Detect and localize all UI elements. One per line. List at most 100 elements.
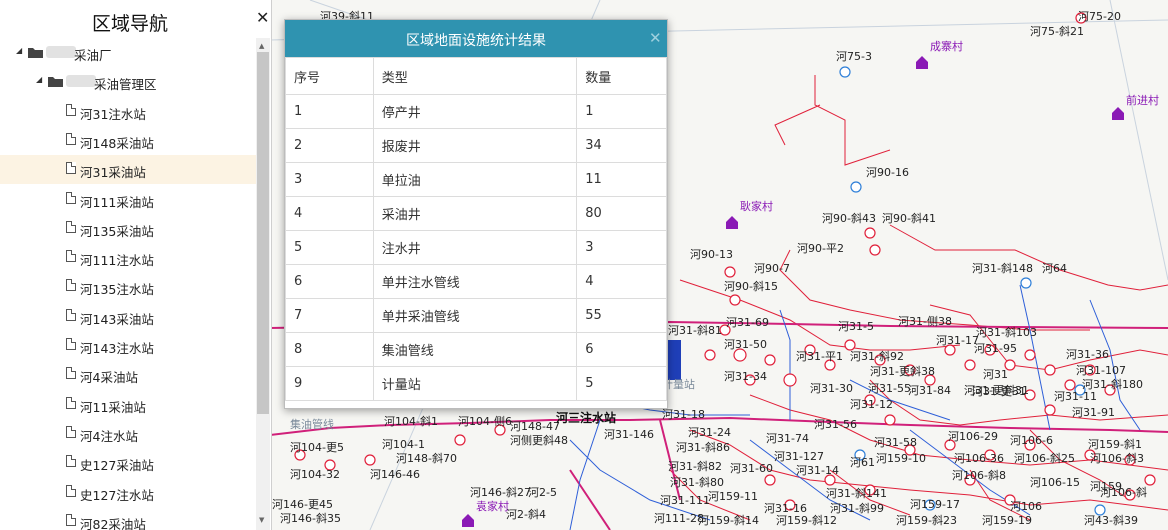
tree-item[interactable]: 河111注水站	[0, 243, 256, 272]
well-label: 河106-29	[948, 430, 998, 443]
cell-count: 4	[576, 264, 667, 299]
cell-count: 5	[576, 366, 667, 401]
well-label: 河2-5	[528, 486, 557, 499]
cell-type: 集油管线	[372, 332, 578, 367]
cell-type: 停产井	[372, 94, 578, 129]
well-label: 河90-7	[754, 262, 790, 275]
well-label: 河90-斜41	[882, 212, 936, 225]
triangle-down-icon[interactable]: ◢	[16, 46, 22, 55]
tree-item-label: 史127注水站	[80, 487, 154, 503]
well-label: 河90-13	[690, 248, 733, 261]
tree-item-label: 河111注水站	[80, 253, 154, 269]
well-label: 河31-更31	[972, 385, 1026, 398]
tree-item-label: 河135注水站	[80, 282, 154, 298]
well-label: 河106-斜	[1100, 486, 1147, 499]
table-row: 4 采油井 80	[285, 196, 667, 231]
tree-item[interactable]: 河135注水站	[0, 272, 256, 301]
folder-icon	[48, 75, 63, 88]
file-icon	[66, 513, 76, 526]
well-label: 河31-50	[724, 338, 767, 351]
tree-item-label: 采油管理区	[94, 77, 157, 93]
region-tree[interactable]: ◢ 采油厂 ◢ 采油管理区 河31注水站 河148采油站 河31采油站 河111采油站 河135…	[0, 38, 256, 530]
well-label: 河31-斜80	[670, 476, 724, 489]
well-label: 河31-111	[660, 494, 710, 507]
cell-no: 6	[285, 264, 374, 299]
well-label: 河159-17	[910, 498, 960, 511]
well-label: 河31-107	[1076, 364, 1126, 377]
column-header-no: 序号	[285, 57, 374, 95]
tree-item[interactable]: 史127注水站	[0, 478, 256, 507]
table-row: 9 计量站 5	[285, 366, 667, 401]
cell-count: 80	[576, 196, 667, 231]
scroll-up-icon[interactable]: ▲	[259, 42, 264, 50]
file-icon	[66, 162, 76, 175]
region-navigation-panel: 区域导航 ✕ ◢ 采油厂 ◢ 采油管理区 河31注水站 河148采油站 河31采油站 河111…	[0, 0, 272, 530]
well-label: 河31	[983, 368, 1008, 381]
well-label: 河31-斜92	[850, 350, 904, 363]
tree-item-label: 河4注水站	[80, 428, 138, 444]
well-label: 河43-斜39	[1084, 514, 1138, 527]
tree-item-label: 河31采油站	[80, 165, 146, 181]
tree-scrollbar[interactable]: ▲ ▼	[256, 38, 270, 530]
station-block	[667, 340, 681, 380]
well-label: 河90-斜43	[822, 212, 876, 225]
table-row: 8 集油管线 6	[285, 332, 667, 367]
tree-item-label: 河11采油站	[80, 399, 146, 415]
tree-item[interactable]: 河143注水站	[0, 331, 256, 360]
tree-item[interactable]: 河148采油站	[0, 126, 256, 155]
table-row: 7 单井采油管线 55	[285, 298, 667, 333]
table-row: 2 报废井 34	[285, 128, 667, 163]
tree-item-label: 史127采油站	[80, 458, 154, 474]
tree-group-node[interactable]: ◢ 采油厂	[0, 38, 256, 67]
well-label: 河148-斜70	[396, 452, 457, 465]
tree-item-label: 河31注水站	[80, 106, 146, 122]
well-label: 河31-56	[814, 418, 857, 431]
tree-item[interactable]: 河4采油站	[0, 360, 256, 389]
file-icon	[66, 308, 76, 321]
tree-item[interactable]: 河143采油站	[0, 302, 256, 331]
tree-item[interactable]: 河11采油站	[0, 390, 256, 419]
dialog-header[interactable]: 区域地面设施统计结果 ✕	[285, 20, 667, 57]
well-label: 河31-146	[604, 428, 654, 441]
well-label: 河159-10	[876, 452, 926, 465]
tree-item[interactable]: 河111采油站	[0, 185, 256, 214]
column-header-count: 数量	[576, 57, 667, 95]
tree-item[interactable]: 河31注水站	[0, 97, 256, 126]
cell-no: 2	[285, 128, 374, 163]
well-label: 河侧更斜48	[510, 434, 568, 447]
tree-item-label: 河143注水站	[80, 341, 154, 356]
close-icon[interactable]: ✕	[256, 10, 269, 26]
well-label: 河75-20	[1078, 10, 1121, 23]
village-label: 耿家村	[740, 199, 773, 213]
redacted-text	[46, 46, 76, 58]
well-label: 河111-28	[654, 512, 704, 525]
file-icon	[66, 279, 76, 292]
tree-item[interactable]: 河135采油站	[0, 214, 256, 243]
well-label: 河31-14	[796, 464, 839, 477]
tree-item[interactable]: 河31采油站	[0, 155, 256, 185]
cell-count: 11	[576, 162, 667, 197]
tree-item-label: 河135采油站	[80, 223, 154, 239]
triangle-down-icon[interactable]: ◢	[36, 75, 42, 84]
well-label: 河64	[1042, 262, 1067, 275]
well-label: 河31-84	[908, 384, 951, 397]
well-label: 河104-32	[290, 468, 340, 481]
well-label: 河159-11	[708, 490, 758, 503]
station-label: 河三注水站	[555, 410, 616, 425]
file-icon	[66, 425, 76, 438]
close-icon[interactable]: ✕	[649, 29, 662, 47]
well-label: 河31-斜99	[830, 502, 884, 515]
tree-item[interactable]: 史127采油站	[0, 448, 256, 477]
well-label: 河159-斜23	[896, 514, 957, 527]
scroll-down-icon[interactable]: ▼	[259, 516, 264, 524]
well-label: 河106-斜3	[1090, 452, 1144, 465]
well-label: 河31-17	[936, 334, 979, 347]
tree-item[interactable]: 河82采油站	[0, 507, 256, 530]
well-label: 河31-74	[766, 432, 809, 445]
cell-no: 5	[285, 230, 374, 265]
well-label: 河75-斜21	[1030, 25, 1084, 38]
scroll-thumb[interactable]	[257, 52, 269, 414]
tree-group-node[interactable]: ◢ 采油管理区	[0, 67, 256, 96]
table-header-row: 序号 类型 数量	[285, 57, 667, 95]
tree-item[interactable]: 河4注水站	[0, 419, 256, 448]
